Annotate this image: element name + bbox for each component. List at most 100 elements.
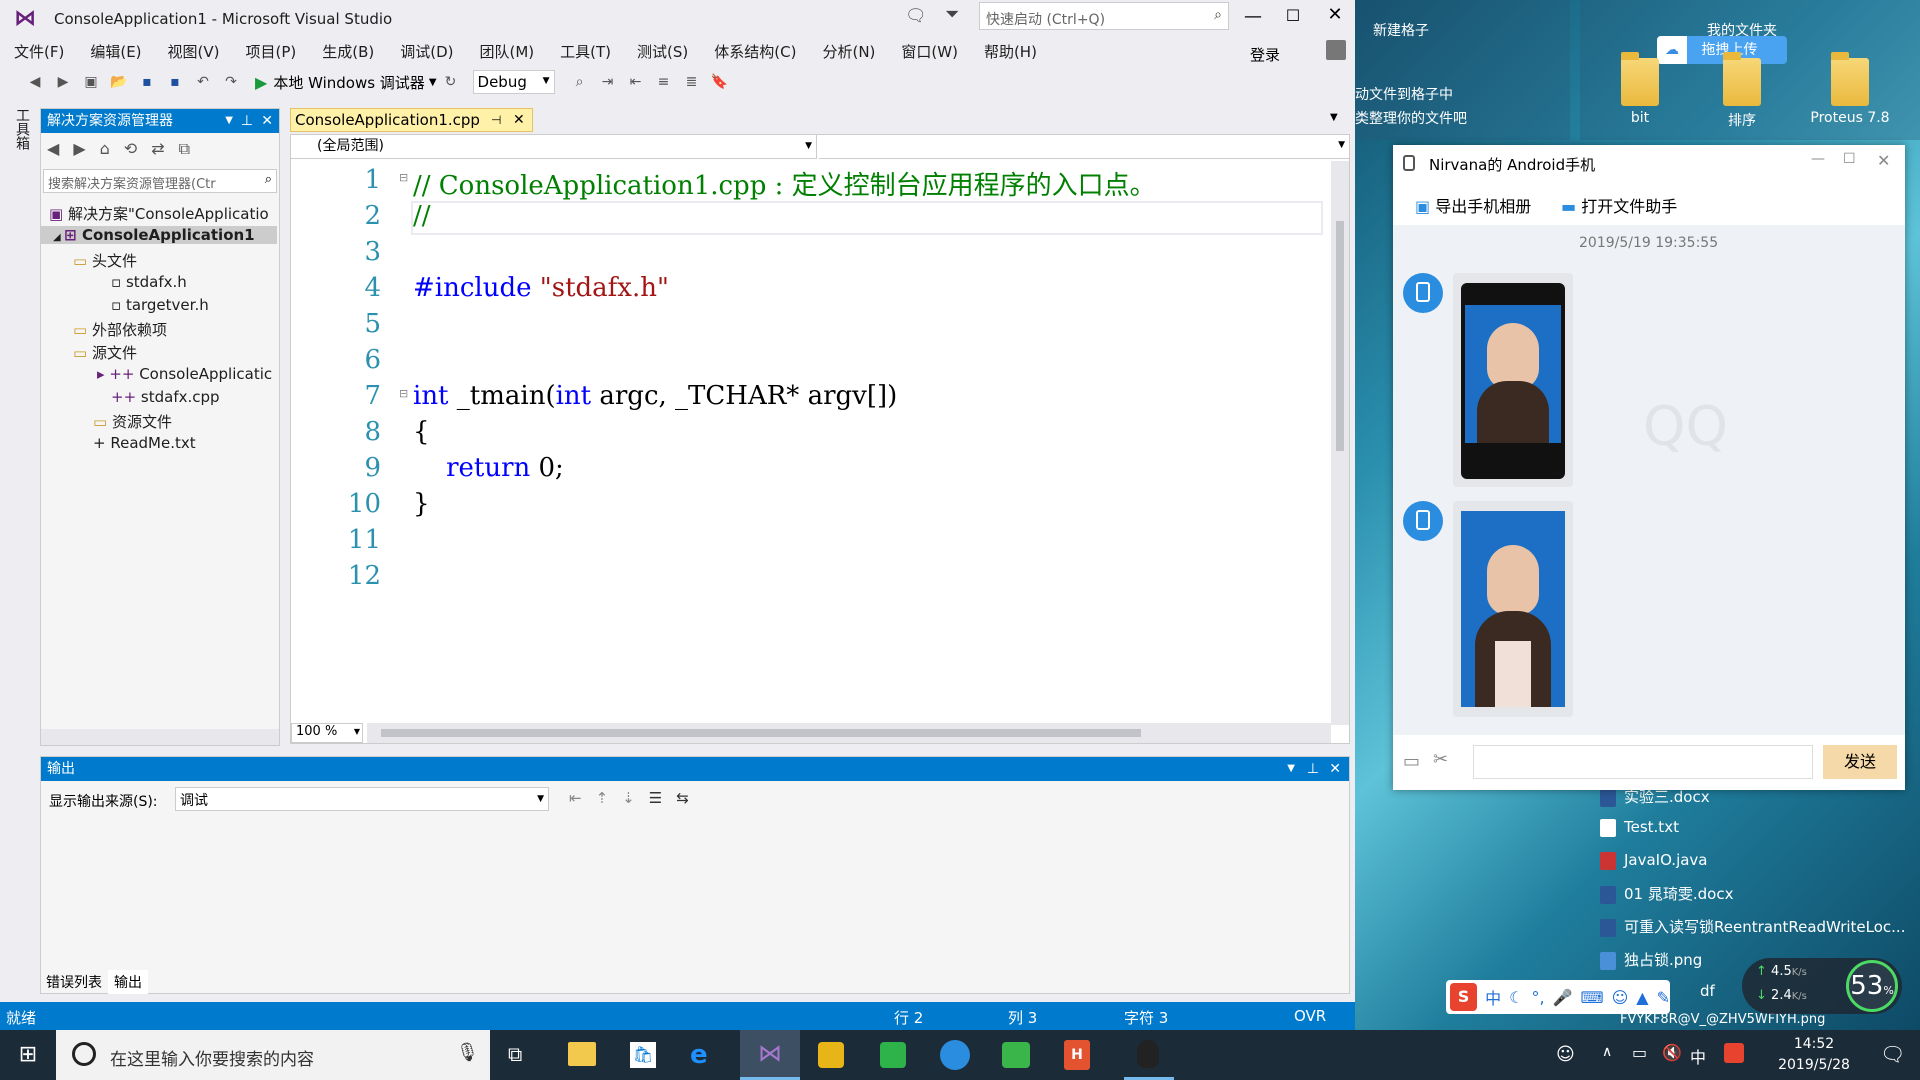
tray-expand-icon[interactable]: ∧ bbox=[1602, 1044, 1612, 1060]
tree-project[interactable]: ◢ ⊞ ConsoleApplication1 bbox=[41, 226, 277, 244]
pin-icon[interactable]: ⊥ bbox=[241, 109, 253, 133]
forward-icon[interactable]: ▶ bbox=[73, 139, 85, 159]
code-area[interactable]: // ConsoleApplication1.cpp : 定义控制台应用程序的入… bbox=[413, 165, 1323, 695]
menu-build[interactable]: 生成(B) bbox=[308, 41, 386, 62]
back-icon[interactable]: ◀ bbox=[47, 139, 59, 159]
refresh-icon[interactable]: ↻ bbox=[442, 73, 460, 91]
uncomment-icon[interactable]: ≣ bbox=[683, 73, 701, 91]
close-button[interactable]: ✕ bbox=[1877, 151, 1890, 170]
tab-output[interactable]: 输出 bbox=[108, 970, 148, 994]
tab-error-list[interactable]: 错误列表 bbox=[40, 970, 108, 994]
code-line[interactable]: { bbox=[413, 417, 430, 453]
sync-icon[interactable]: ⇄ bbox=[151, 139, 164, 159]
start-debug-button[interactable]: ▶ 本地 Windows 调试器 ▼ bbox=[255, 72, 437, 93]
new-project-icon[interactable]: ▣ bbox=[82, 73, 100, 91]
moon-icon[interactable]: ☾ bbox=[1509, 988, 1523, 1007]
desktop-file[interactable]: JavaIO.java bbox=[1600, 851, 1708, 870]
code-line[interactable]: return 0; bbox=[413, 453, 564, 489]
bookmark-icon[interactable]: 🔖 bbox=[711, 73, 729, 91]
menu-tools[interactable]: 工具(T) bbox=[546, 41, 623, 62]
app-icon[interactable] bbox=[940, 1040, 970, 1070]
desktop-file[interactable]: df bbox=[1700, 982, 1715, 1000]
search-icon[interactable]: ⌕ bbox=[1214, 7, 1222, 23]
app-icon[interactable] bbox=[1002, 1042, 1030, 1068]
feedback-icon[interactable]: 🗨 bbox=[905, 6, 927, 26]
taskbar-search[interactable]: 在这里输入你要搜索的内容 🎙 bbox=[56, 1030, 490, 1080]
toolbox-tab[interactable]: 工具箱 bbox=[8, 108, 32, 158]
keyboard-icon[interactable]: ⌨ bbox=[1581, 988, 1604, 1007]
tree-file[interactable]: ▫ targetver.h bbox=[111, 296, 209, 314]
tree-folder-headers[interactable]: ▭ 头文件 bbox=[73, 250, 137, 271]
tree-folder-resources[interactable]: ▭ 资源文件 bbox=[93, 411, 172, 432]
find-icon[interactable]: ⌕ bbox=[571, 73, 589, 91]
save-all-icon[interactable]: ▪ bbox=[166, 73, 184, 91]
visual-studio-app[interactable]: ⋈ bbox=[740, 1030, 800, 1080]
tree-folder-external[interactable]: ▭ 外部依赖项 bbox=[73, 319, 167, 340]
undo-icon[interactable]: ↶ bbox=[194, 73, 212, 91]
people-icon[interactable]: ☺ bbox=[1556, 1044, 1575, 1065]
volume-icon[interactable]: 🔇 bbox=[1662, 1043, 1682, 1062]
scope-dropdown[interactable]: (全局范围) ▼ bbox=[291, 135, 817, 159]
forward-icon[interactable]: ▶ bbox=[54, 73, 72, 91]
folder-icon[interactable]: ▭ bbox=[1403, 751, 1420, 772]
menu-file[interactable]: 文件(F) bbox=[0, 41, 76, 62]
app-icon[interactable] bbox=[818, 1042, 844, 1068]
close-icon[interactable]: ✕ bbox=[261, 109, 273, 133]
fold-marker-icon[interactable]: ⊟ bbox=[399, 171, 408, 184]
editor-tab[interactable]: ConsoleApplication1.cpp ⊣ ✕ bbox=[290, 108, 533, 132]
se-horizontal-scrollbar[interactable] bbox=[41, 729, 279, 745]
tree-file[interactable]: ▸ ++ ConsoleApplicatic bbox=[97, 365, 272, 383]
member-dropdown[interactable]: ▼ bbox=[819, 135, 1349, 159]
ime-toolbar[interactable]: S 中 ☾ °, 🎤 ⌨ ☺ ▲ ✎ bbox=[1446, 980, 1670, 1014]
desktop-icon-bit[interactable]: bit bbox=[1595, 52, 1685, 126]
code-line[interactable]: // bbox=[413, 201, 431, 237]
desktop-file[interactable]: 可重入读写锁ReentrantReadWriteLoc... bbox=[1600, 916, 1905, 937]
menu-project[interactable]: 项目(P) bbox=[232, 41, 309, 62]
redo-icon[interactable]: ↷ bbox=[222, 73, 240, 91]
send-button[interactable]: 发送 bbox=[1823, 745, 1897, 779]
indent-icon[interactable]: ⇥ bbox=[599, 73, 617, 91]
menu-team[interactable]: 团队(M) bbox=[466, 41, 547, 62]
close-button[interactable]: ✕ bbox=[1322, 4, 1348, 30]
chevron-down-icon[interactable]: ▼ bbox=[225, 109, 233, 133]
clock[interactable]: 14:52 2019/5/28 bbox=[1764, 1034, 1864, 1076]
se-search-input[interactable]: 搜索解决方案资源管理器(Ctr ⌕ bbox=[43, 169, 277, 193]
app-icon[interactable]: H bbox=[1064, 1040, 1090, 1070]
network-icon[interactable]: ▭ bbox=[1632, 1043, 1647, 1062]
minimize-button[interactable]: — bbox=[1811, 151, 1825, 167]
menu-test[interactable]: 测试(S) bbox=[623, 41, 700, 62]
menu-window[interactable]: 窗口(W) bbox=[887, 41, 970, 62]
login-link[interactable]: 登录 bbox=[1250, 44, 1280, 65]
punctuation-icon[interactable]: °, bbox=[1531, 988, 1544, 1007]
ime-indicator[interactable]: 中 bbox=[1690, 1044, 1706, 1068]
chevron-down-icon[interactable]: ▼ bbox=[1287, 757, 1295, 781]
tree-solution[interactable]: ▣ 解决方案"ConsoleApplicatio bbox=[49, 203, 269, 224]
menu-help[interactable]: 帮助(H) bbox=[970, 41, 1049, 62]
minimize-button[interactable]: — bbox=[1240, 6, 1266, 32]
store-app[interactable]: 🛍 bbox=[630, 1042, 656, 1068]
tree-file[interactable]: + ReadMe.txt bbox=[93, 434, 196, 452]
close-icon[interactable]: ✕ bbox=[1329, 757, 1341, 781]
scroll-thumb[interactable] bbox=[1336, 221, 1344, 451]
notification-icon[interactable]: 🗨 bbox=[1880, 1042, 1905, 1066]
pin-icon[interactable]: ⊣ bbox=[491, 109, 501, 131]
start-button[interactable]: ⊞ bbox=[0, 1030, 56, 1080]
output-text-area[interactable] bbox=[41, 817, 1349, 973]
image-message[interactable] bbox=[1453, 273, 1573, 487]
vertical-scrollbar[interactable] bbox=[1331, 161, 1349, 725]
code-line[interactable]: } bbox=[413, 489, 430, 525]
sogou-icon[interactable] bbox=[1724, 1043, 1744, 1063]
ime-mode[interactable]: 中 bbox=[1485, 985, 1501, 1009]
mic-icon[interactable]: 🎤 bbox=[1553, 988, 1573, 1007]
desktop-icon-sort[interactable]: 排序 bbox=[1697, 52, 1787, 130]
menu-analyze[interactable]: 分析(N) bbox=[808, 41, 887, 62]
code-line[interactable]: int _tmain(int argc, _TCHAR* argv[]) bbox=[413, 381, 897, 417]
collapse-all-icon[interactable]: ⧉ bbox=[179, 139, 190, 159]
back-icon[interactable]: ◀ bbox=[26, 73, 44, 91]
outdent-icon[interactable]: ⇤ bbox=[627, 73, 645, 91]
desktop-file[interactable]: FVYKF8R@V_@ZHV5WFIYH.png bbox=[1620, 1012, 1825, 1027]
menu-architecture[interactable]: 体系结构(C) bbox=[700, 41, 808, 62]
account-icon[interactable] bbox=[1326, 40, 1346, 60]
scroll-thumb[interactable] bbox=[381, 729, 1141, 737]
maximize-button[interactable]: ☐ bbox=[1843, 151, 1856, 167]
